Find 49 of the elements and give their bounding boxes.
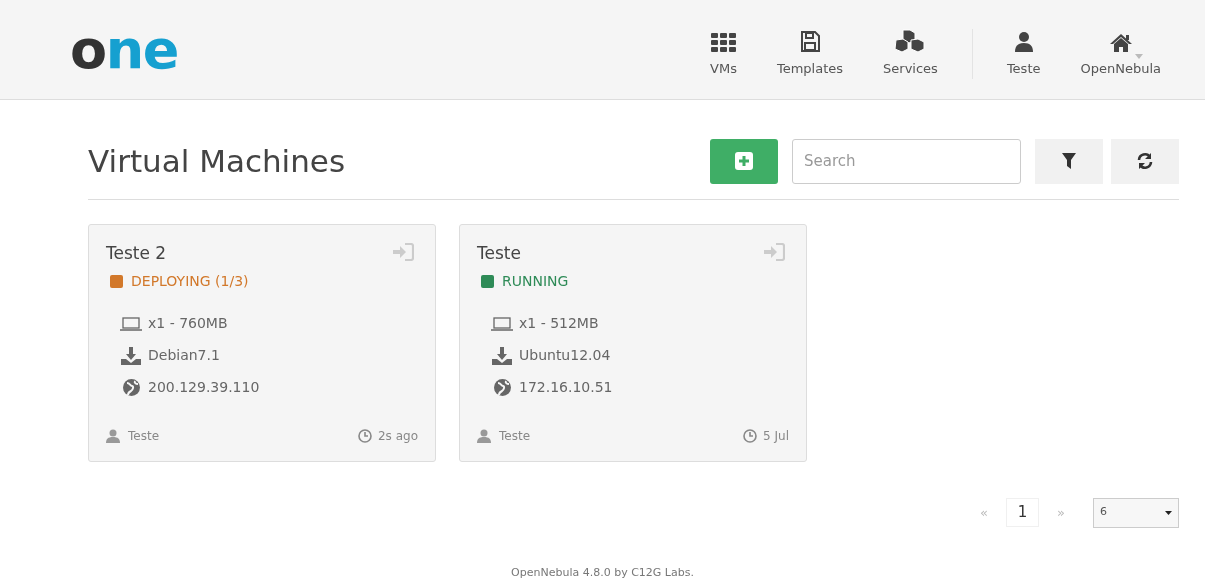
globe-icon <box>493 379 511 396</box>
time-label: 5 Jul <box>763 427 789 445</box>
clock-icon <box>743 428 758 443</box>
vm-name: Teste <box>477 241 521 265</box>
download-icon <box>492 346 512 365</box>
clock-icon <box>358 428 372 443</box>
add-button[interactable] <box>710 138 778 184</box>
filter-button[interactable] <box>1035 138 1103 184</box>
user-icon <box>477 428 491 443</box>
filter-icon <box>1062 153 1076 170</box>
memory-label: x1 - 512MB <box>519 314 599 333</box>
status-label: DEPLOYING (1/3) <box>131 272 249 291</box>
grid-icon <box>710 32 737 53</box>
vm-card[interactable]: Teste RUNNING x1 - 512MB Ubuntu12.04 172.16.10.51 Teste 5 Jul <box>459 223 807 462</box>
status-label: RUNNING <box>502 272 569 291</box>
ip-address: 172.16.10.51 <box>519 378 613 397</box>
vm-name: Teste 2 <box>106 241 167 265</box>
vm-card[interactable]: Teste 2 DEPLOYING (1/3) x1 - 760MB Debian7.1 200.129.39.110 Teste 2s ago <box>88 223 436 462</box>
plus-icon <box>735 152 753 171</box>
home-icon <box>1108 32 1133 53</box>
memory-label: x1 - 760MB <box>148 314 228 333</box>
owner-label: Teste <box>128 427 159 445</box>
footer-text: OpenNebula 4.8.0 by C12G Labs. <box>510 564 695 581</box>
refresh-icon <box>1136 152 1154 171</box>
page-button[interactable]: 1 <box>1006 498 1040 527</box>
sign-in-icon[interactable] <box>392 242 414 261</box>
nav-item[interactable]: Templates <box>756 28 864 79</box>
owner-label: Teste <box>499 427 530 445</box>
download-icon <box>121 346 141 365</box>
search-field[interactable]: Search <box>792 138 1021 184</box>
user-icon <box>1013 30 1034 53</box>
page-size-select[interactable]: 6 <box>1093 497 1179 528</box>
image-label: Ubuntu12.04 <box>519 346 611 365</box>
nav-item[interactable]: OpenNebula <box>1060 28 1181 79</box>
logo: one <box>70 22 179 77</box>
image-label: Debian7.1 <box>148 346 220 365</box>
laptop-icon <box>491 316 513 331</box>
caret-icon <box>1165 510 1172 515</box>
page-title: Virtual Machines <box>88 142 346 181</box>
laptop-icon <box>120 316 142 331</box>
nav-item[interactable]: Teste <box>986 28 1061 79</box>
user-icon <box>106 428 120 443</box>
refresh-button[interactable] <box>1111 138 1179 184</box>
nav-item[interactable]: Services <box>863 28 958 79</box>
time-label: 2s ago <box>378 427 418 445</box>
ip-address: 200.129.39.110 <box>148 378 260 397</box>
sign-in-icon[interactable] <box>763 242 785 261</box>
nav-item[interactable]: VMs <box>690 28 757 79</box>
globe-icon <box>122 379 140 396</box>
